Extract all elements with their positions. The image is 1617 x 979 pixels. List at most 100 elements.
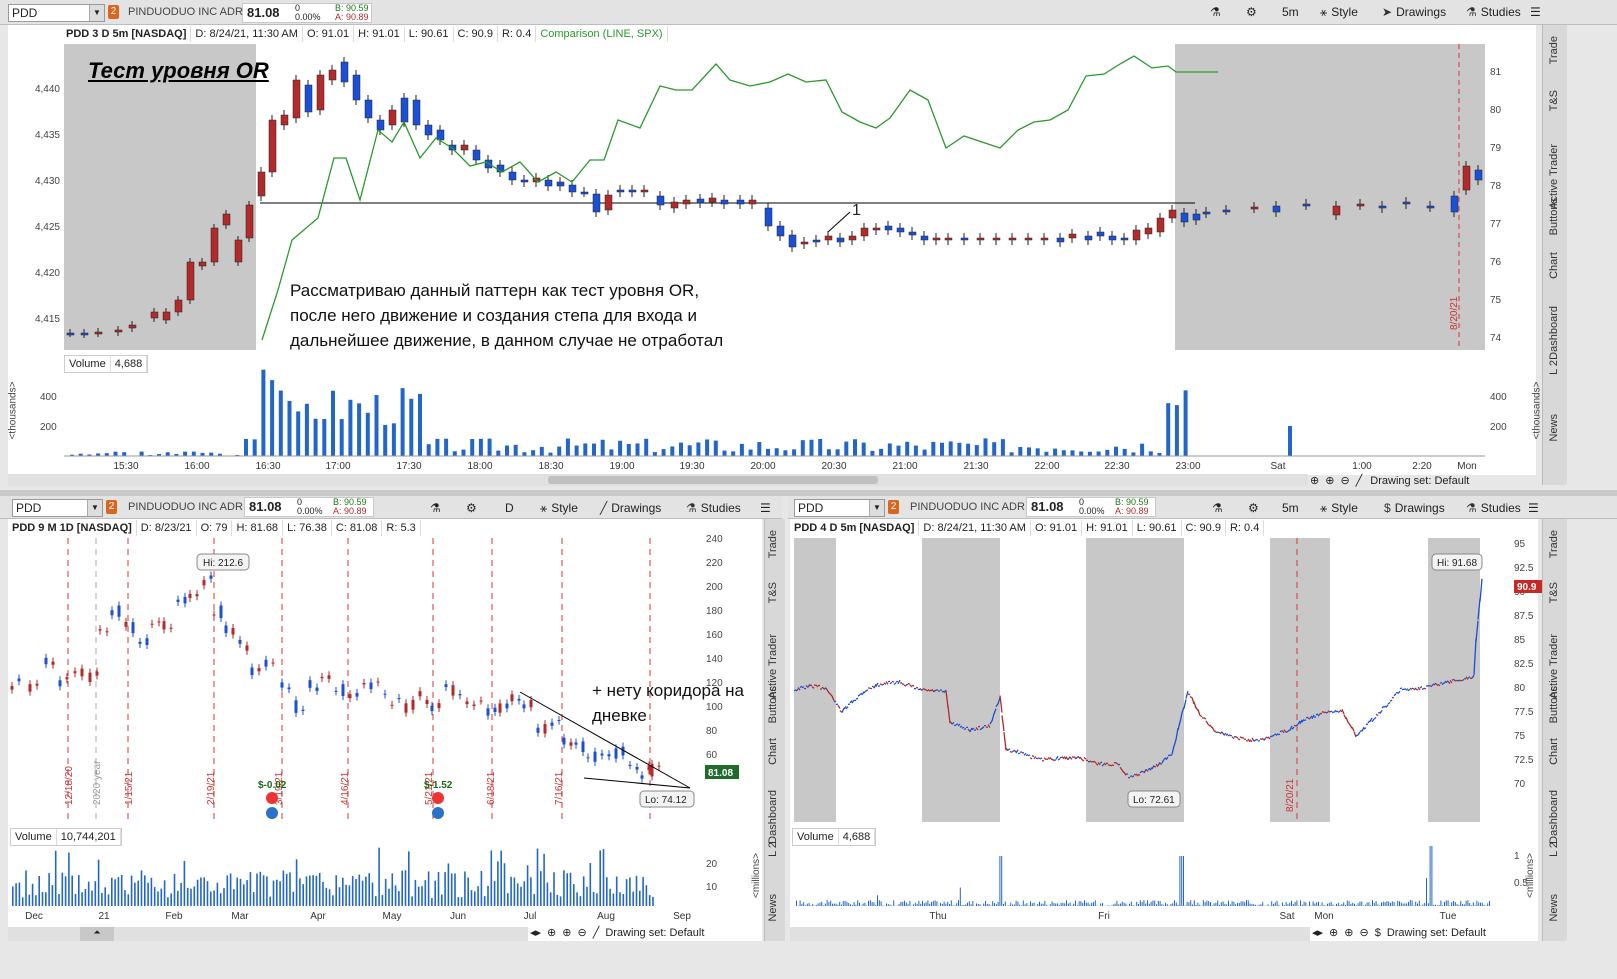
price-segment: [1037, 757, 1041, 760]
side-tab-buttons[interactable]: Buttons: [1548, 198, 1560, 235]
price-segment: [841, 707, 845, 713]
price-segment: [1267, 736, 1271, 740]
price-segment: [1461, 678, 1465, 682]
volume-bar: [1489, 901, 1490, 906]
volume-bar: [824, 903, 826, 906]
volume-bar: [1120, 903, 1121, 906]
volume-bar: [1064, 903, 1066, 906]
price-segment: [1375, 713, 1379, 717]
br-scrollbar[interactable]: [790, 927, 1310, 941]
volume-bar: [1411, 900, 1413, 906]
volume-bar: [983, 903, 985, 906]
volume-bar: [952, 905, 954, 906]
side-tab-news[interactable]: News: [767, 894, 779, 922]
volume-bar: [995, 904, 997, 906]
volume-bar: [1431, 846, 1433, 906]
volume-bar: [862, 903, 864, 906]
side-tab-trade[interactable]: Trade: [1548, 36, 1560, 64]
price-segment: [1313, 716, 1317, 718]
volume-bar: [1379, 905, 1381, 906]
price-segment: [1051, 758, 1055, 762]
volume-bar: [902, 901, 904, 906]
pan-icon[interactable]: ⊕: [1329, 927, 1338, 939]
side-tab-dashboard[interactable]: Dashboard: [767, 790, 779, 844]
volume-bar: [1051, 901, 1053, 906]
price-segment: [1231, 736, 1235, 740]
zoom-out-icon[interactable]: ⊖: [1359, 927, 1368, 939]
side-tab-chart[interactable]: Chart: [767, 738, 779, 765]
volume-bar: [1161, 903, 1163, 906]
price-segment: [1099, 761, 1103, 764]
volume-bar: [967, 902, 968, 906]
side-tab-l-2[interactable]: L 2: [1548, 842, 1560, 857]
volume-bar: [909, 901, 911, 906]
time-axis-tick: Thu: [929, 911, 946, 922]
side-tab-chart[interactable]: Chart: [1548, 252, 1560, 279]
price-segment: [1373, 716, 1377, 720]
session-shade: [1270, 538, 1330, 822]
price-segment: [801, 686, 805, 689]
volume-bar: [918, 900, 920, 906]
volume-bar: [857, 900, 859, 906]
volume-bar: [1471, 905, 1472, 906]
volume-bar: [1089, 904, 1091, 906]
volume-bar: [1116, 900, 1118, 906]
volume-bar: [934, 900, 936, 906]
dollar-icon[interactable]: $: [1375, 927, 1381, 939]
price-segment: [1081, 759, 1085, 762]
side-tab-l-2[interactable]: L 2: [767, 842, 779, 857]
volume-bar: [1316, 902, 1318, 906]
price-segment: [1007, 748, 1011, 751]
volume-bar: [1309, 901, 1310, 906]
side-tab-trade[interactable]: Trade: [767, 530, 779, 558]
volume-bar: [1084, 900, 1085, 906]
volume-bar: [801, 903, 803, 906]
volume-bar: [1165, 902, 1166, 906]
side-tab-buttons[interactable]: Buttons: [1548, 686, 1560, 723]
drawing-set-label[interactable]: Drawing set: Default: [1387, 927, 1486, 939]
side-tab-t-s[interactable]: T&S: [767, 582, 779, 603]
volume-bar: [1415, 901, 1417, 906]
volume-bar: [1350, 903, 1352, 906]
volume-axis-tick: 1: [1514, 851, 1520, 862]
price-segment: [1345, 716, 1349, 723]
volume-bar: [1418, 900, 1420, 906]
volume-bar: [1190, 900, 1192, 906]
volume-bar: [943, 901, 945, 906]
volume-bar: [1244, 902, 1246, 906]
side-tab-t-s[interactable]: T&S: [1548, 90, 1560, 111]
volume-bar: [1238, 902, 1240, 906]
volume-bar: [882, 905, 884, 906]
zoom-in-icon[interactable]: ⊕: [1344, 927, 1353, 939]
volume-bar: [1217, 900, 1219, 906]
price-segment: [1137, 773, 1141, 776]
side-tab-t-s[interactable]: T&S: [1548, 582, 1560, 603]
price-segment: [1361, 726, 1365, 732]
side-tab-dashboard[interactable]: Dashboard: [1548, 790, 1560, 844]
price-segment: [863, 690, 867, 694]
volume-bar: [1375, 901, 1377, 906]
right-axis-tick: 75: [1514, 731, 1526, 742]
side-tab-news[interactable]: News: [1548, 894, 1560, 922]
side-tab-trade[interactable]: Trade: [1548, 530, 1560, 558]
price-segment: [1371, 718, 1375, 723]
right-axis-tick: 92.5: [1514, 563, 1534, 574]
side-tab-chart[interactable]: Chart: [1548, 738, 1560, 765]
right-axis-tick: 80: [1514, 683, 1526, 694]
volume-bar: [830, 900, 832, 906]
arrows-icon[interactable]: ◂▸: [1312, 927, 1323, 939]
side-tab-buttons[interactable]: Buttons: [767, 686, 779, 723]
volume-bar: [833, 903, 835, 906]
side-tab-l-2[interactable]: L 2: [1548, 360, 1560, 375]
price-segment: [1057, 758, 1061, 761]
volume-bar: [1399, 901, 1400, 906]
volume-bar: [1085, 902, 1087, 906]
volume-bar: [1156, 904, 1157, 906]
side-tab-news[interactable]: News: [1548, 414, 1560, 442]
side-tab-dashboard[interactable]: Dashboard: [1548, 306, 1560, 360]
volume-bar: [1094, 900, 1096, 906]
price-segment: [1263, 737, 1267, 741]
volume-bar: [1015, 900, 1017, 906]
volume-bar: [1237, 902, 1238, 906]
volume-bar: [1132, 905, 1134, 906]
